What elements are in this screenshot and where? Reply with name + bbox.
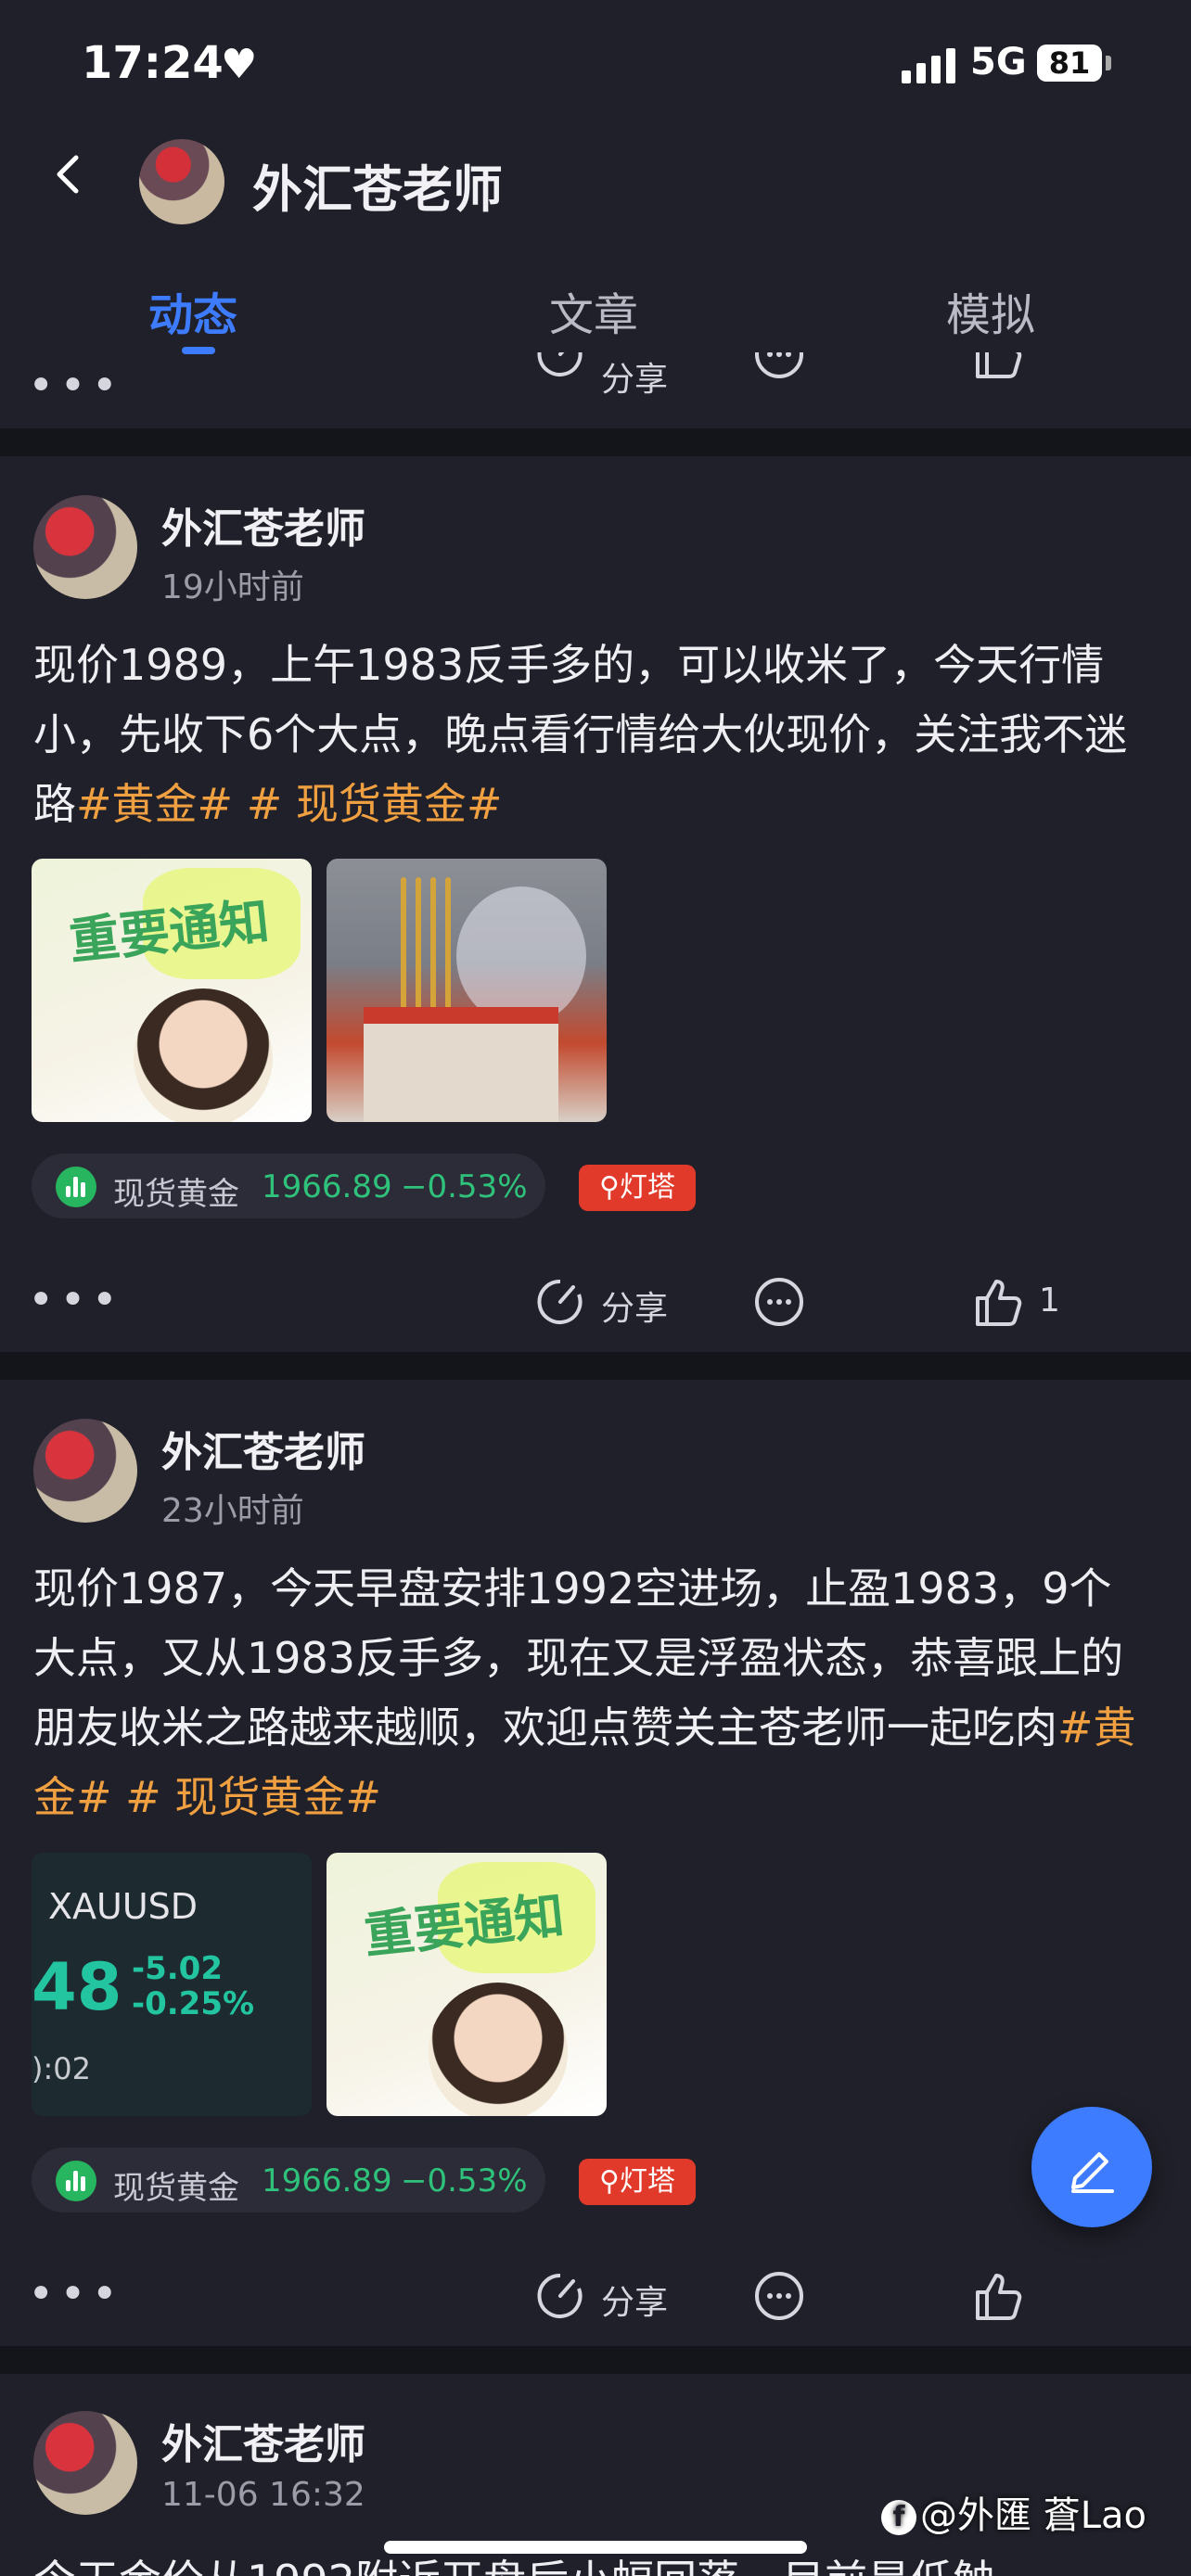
pencil-icon [1071,2152,1114,2193]
back-arrow-icon[interactable] [48,154,89,195]
chart-icon [56,1167,96,1207]
header-avatar[interactable] [139,139,224,224]
post-tags[interactable]: #黄金# # 现货黄金# [76,779,502,829]
share-label[interactable]: 分享 [601,2276,668,2324]
author-name[interactable]: 外汇苍老师 [161,2411,365,2470]
battery-icon: 81 [1037,45,1102,82]
ticker-chip[interactable]: 现货黄金 1966.89 −0.53% [32,1154,545,1218]
more-button[interactable]: ••• [28,1274,123,1326]
post-image-notice[interactable]: 重要通知 [32,859,312,1122]
post-image-noodles[interactable] [327,859,607,1122]
more-button[interactable]: ••• [28,360,123,412]
post-divider [0,2346,1191,2374]
like-icon[interactable] [972,1276,1024,1328]
tower-icon: ⚲ [599,2165,620,2198]
post-time: 23小时前 [161,1492,304,1530]
author-avatar[interactable] [33,495,137,599]
chart-icon [56,2161,96,2201]
tab-simulation[interactable]: 模拟 [946,278,1035,343]
ticker-chip[interactable]: 现货黄金 1966.89 −0.53% [32,2148,545,2213]
like-icon[interactable] [972,2270,1024,2322]
comment-icon[interactable] [753,2270,805,2322]
post-text[interactable]: 现价1989，上午1983反手多的，可以收米了，今天行情小，先收下6个大点，晚点… [33,631,1146,839]
share-label[interactable]: 分享 [601,352,668,401]
more-button[interactable]: ••• [28,2268,123,2320]
tower-badge[interactable]: ⚲灯塔 [579,1165,696,1211]
tower-badge[interactable]: ⚲灯塔 [579,2159,696,2205]
post-time: 19小时前 [161,568,304,606]
tower-icon: ⚲ [599,1171,620,1204]
author-name[interactable]: 外汇苍老师 [161,495,365,555]
post-divider [0,428,1191,456]
share-icon[interactable] [534,352,586,380]
share-icon[interactable] [534,1276,586,1328]
like-count: 1 [1039,1282,1060,1320]
post-divider [0,1352,1191,1380]
comment-icon[interactable] [753,352,805,380]
author-avatar[interactable] [33,2411,137,2515]
watermark: f @外匯 蒼Lao [881,2485,1146,2539]
post-0-action-row: ••• 分享 [0,352,1191,428]
post-image-notice[interactable]: 重要通知 [327,1853,607,2116]
tab-dynamics[interactable]: 动态 [148,278,237,343]
author-name[interactable]: 外汇苍老师 [161,1419,365,1478]
tab-articles[interactable]: 文章 [549,278,638,343]
battery-cap [1106,56,1111,70]
like-icon[interactable] [972,352,1024,380]
status-time: 17:24 [82,37,224,89]
comment-icon[interactable] [753,1276,805,1328]
share-icon[interactable] [534,2270,586,2322]
heart-icon: ♥ [221,41,258,88]
cellular-signal-icon [902,46,957,83]
author-avatar[interactable] [33,1419,137,1523]
post-time: 11-06 16:32 [161,2476,365,2514]
post-image-chart[interactable]: XAUUSD 48 -5.02 -0.25% ):02 [32,1853,312,2116]
share-label[interactable]: 分享 [601,1282,668,1330]
network-type: 5G [970,41,1027,83]
home-indicator[interactable] [384,2541,807,2554]
page-title: 外汇苍老师 [252,160,503,219]
compose-button[interactable] [1031,2107,1152,2227]
facebook-logo-icon: f [881,2500,916,2535]
post-text[interactable]: 现价1987，今天早盘安排1992空进场，止盈1983，9个大点，又从1983反… [33,1554,1146,1832]
